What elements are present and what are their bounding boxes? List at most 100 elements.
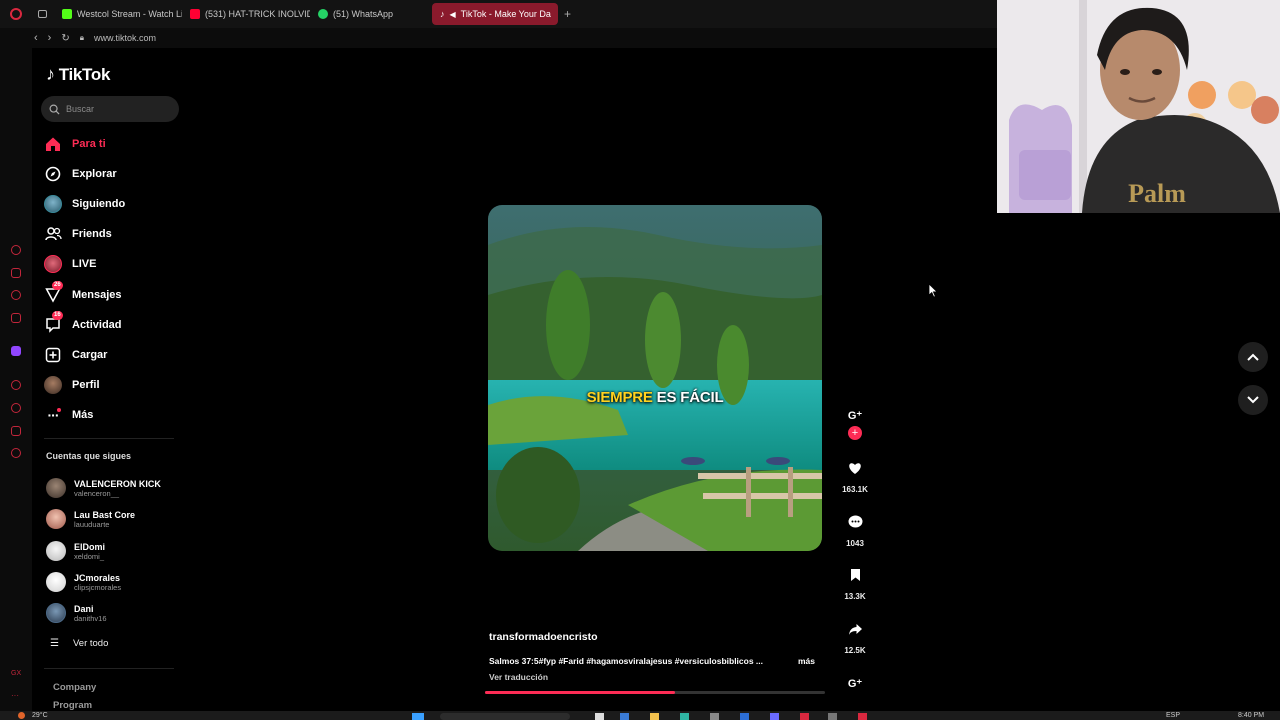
nav-mensajes[interactable]: 26 Mensajes [44, 281, 174, 307]
account-avatar [46, 541, 66, 561]
tab-label: (51) WhatsApp [333, 9, 394, 19]
nav-live[interactable]: LIVE [44, 252, 174, 276]
activity-icon: 16 [44, 311, 63, 334]
nav-friends[interactable]: Friends [44, 222, 174, 246]
comment-button[interactable]: 1043 [836, 509, 874, 548]
footer-program-link[interactable]: Program [53, 700, 92, 711]
search-taskbar-icon[interactable] [440, 713, 570, 720]
share-count: 12.5K [844, 646, 866, 655]
account-item[interactable]: ElDomi xeldomi_ [46, 538, 176, 564]
creator-avatar[interactable]: G⁺ + [836, 405, 874, 440]
heart-icon [842, 455, 868, 481]
previous-video-button[interactable] [1238, 342, 1268, 372]
account-item[interactable]: VALENCERON KICK valenceron__ [46, 475, 176, 501]
nav-explorar[interactable]: Explorar [44, 162, 174, 186]
opera-sidebar: GX ··· [0, 48, 32, 720]
nav-siguiendo[interactable]: Siguiendo [44, 192, 174, 216]
clock-icon[interactable] [11, 403, 21, 413]
tab-tiktok[interactable]: ♪ ◀ TikTok - Make Your Da [432, 3, 558, 25]
clock[interactable]: 8:40 PM [1238, 712, 1264, 719]
messenger-icon[interactable] [11, 290, 21, 300]
browser-menu-icon[interactable] [32, 3, 54, 25]
tab-westcol[interactable]: Westcol Stream - Watch Li [54, 3, 182, 25]
account-item[interactable]: Dani danithv16 [46, 600, 176, 626]
more-button[interactable]: más [798, 656, 815, 666]
taskbar-app-icon[interactable] [710, 713, 719, 720]
nav-cargar[interactable]: Cargar [44, 343, 174, 367]
twitch-icon[interactable] [11, 346, 21, 356]
footer-company-link[interactable]: Company [53, 682, 96, 693]
next-video-button[interactable] [1238, 385, 1268, 415]
pin-icon[interactable] [11, 426, 21, 436]
search-box[interactable] [41, 96, 179, 122]
mail-icon[interactable] [11, 313, 21, 323]
logo-text: TikTok [58, 64, 111, 84]
divider [44, 668, 174, 669]
taskbar-app-icon[interactable] [595, 713, 604, 720]
player-icon[interactable] [11, 380, 21, 390]
reload-icon[interactable]: ↻ [61, 33, 69, 44]
taskbar-app-icon[interactable] [800, 713, 809, 720]
follow-plus-icon[interactable]: + [848, 426, 862, 440]
forward-icon[interactable]: › [48, 32, 52, 44]
nav-perfil[interactable]: Perfil [44, 373, 174, 397]
see-all-link[interactable]: ☰ Ver todo [50, 638, 108, 649]
taskbar-app-icon[interactable] [828, 713, 837, 720]
chevron-up-icon [1247, 353, 1259, 361]
upload-icon [44, 346, 62, 364]
windows-start-icon[interactable] [412, 713, 424, 720]
gx-icon[interactable]: GX [11, 670, 21, 680]
taskbar-app-icon[interactable] [858, 713, 867, 720]
translate-button[interactable]: G⁺ [836, 673, 874, 693]
comment-count: 1043 [846, 539, 864, 548]
video-progress-bar[interactable] [485, 691, 825, 694]
account-handle: danithv16 [74, 613, 107, 623]
home-icon [44, 135, 62, 153]
nav-mas[interactable]: ··· Más [44, 403, 174, 427]
account-avatar [46, 603, 66, 623]
history-icon[interactable] [11, 245, 21, 255]
nav-actividad[interactable]: 16 Actividad [44, 311, 174, 337]
comment-icon [842, 509, 868, 535]
tab-label: TikTok - Make Your Da [460, 9, 551, 19]
translate-link[interactable]: Ver traducción [489, 672, 548, 682]
caption-rest: ES FÁCIL [652, 389, 724, 406]
taskbar-app-icon[interactable] [620, 713, 629, 720]
video-username[interactable]: transformadoencristo [489, 631, 598, 643]
nav-para-ti[interactable]: Para ti [44, 132, 174, 156]
like-button[interactable]: 163.1K [836, 455, 874, 494]
url-field[interactable]: www.tiktok.com [94, 33, 156, 43]
see-all-label: Ver todo [72, 638, 109, 649]
caption-highlight: SIEMPRE [586, 389, 653, 406]
taskbar-app-icon[interactable] [650, 713, 659, 720]
new-tab-button[interactable]: + [558, 7, 577, 21]
settings-icon[interactable] [11, 448, 21, 458]
search-input[interactable] [66, 104, 166, 114]
video-player[interactable]: SIEMPRE ES FÁCIL [488, 205, 822, 551]
tiktok-note-icon: ♪ [46, 64, 55, 84]
weather-text[interactable]: 29°C [32, 712, 48, 719]
language-indicator[interactable]: ESP [1166, 712, 1180, 719]
tab-youtube[interactable]: (531) HAT-TRICK INOLVID [182, 3, 310, 25]
account-name: ElDomi [74, 541, 106, 552]
share-button[interactable]: 12.5K [836, 616, 874, 655]
messages-badge: 26 [52, 281, 63, 290]
opera-menu-button[interactable] [0, 0, 32, 28]
account-item[interactable]: Lau Bast Core lauuduarte [46, 506, 176, 532]
video-caption: SIEMPRE ES FÁCIL [488, 389, 822, 406]
taskbar-app-icon[interactable] [740, 713, 749, 720]
account-name: Lau Bast Core [74, 509, 136, 520]
taskbar-app-icon[interactable] [770, 713, 779, 720]
account-item[interactable]: JCmorales clipsjcmorales [46, 569, 176, 595]
save-button[interactable]: 13.3K [836, 562, 874, 601]
account-name: VALENCERON KICK [74, 478, 161, 489]
tab-whatsapp[interactable]: (51) WhatsApp [310, 3, 432, 25]
webcam-overlay: Palm [997, 0, 1280, 213]
taskbar-app-icon[interactable] [680, 713, 689, 720]
bag-icon[interactable] [11, 268, 21, 278]
ellipsis-icon[interactable]: ··· [11, 691, 21, 701]
tiktok-sidebar: ♪ TikTok Para ti Explorar Siguiendo Frie… [32, 48, 182, 720]
messages-icon: 26 [44, 281, 63, 304]
tiktok-logo[interactable]: ♪ TikTok [46, 64, 110, 85]
back-icon[interactable]: ‹ [34, 32, 38, 44]
